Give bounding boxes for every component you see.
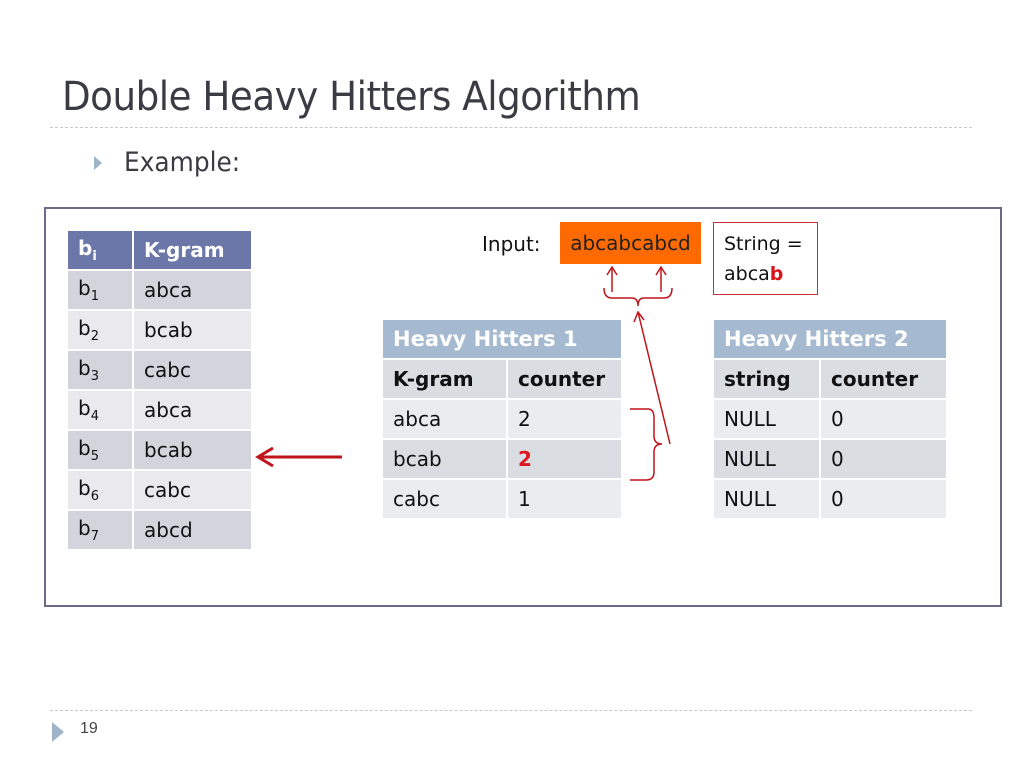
counter-cell: 2 [508, 400, 621, 438]
string-prefix: abca [724, 263, 770, 285]
header-kgram: K-gram [383, 360, 506, 398]
bi-cell: b3 [68, 351, 132, 389]
table-row: NULL 0 [714, 480, 946, 518]
bi-text: b [78, 476, 91, 500]
string-cell: NULL [714, 440, 819, 478]
bi-text: b [78, 316, 91, 340]
table-row: cabc 1 [383, 480, 621, 518]
table-header-row: bi K-gram [68, 231, 251, 269]
kgram-cell: abcd [134, 511, 251, 549]
page-number: 19 [80, 720, 98, 737]
bi-sub: 5 [90, 449, 99, 464]
heavy-hitters-1-table: Heavy Hitters 1 K-gram counter abca 2 bc… [381, 318, 623, 520]
bi-sub: 4 [90, 409, 99, 424]
string-cell: NULL [714, 400, 819, 438]
kgram-cell: cabc [383, 480, 506, 518]
kgram-cell: bcab [383, 440, 506, 478]
bi-cell: b2 [68, 311, 132, 349]
string-label: String = [724, 233, 803, 255]
table-row: b6 cabc [68, 471, 251, 509]
header-string: string [714, 360, 819, 398]
string-cell: NULL [714, 480, 819, 518]
header-bi-sub: i [92, 249, 97, 264]
kgram-cell: abca [134, 271, 251, 309]
counter-cell: 0 [821, 400, 946, 438]
bi-text: b [78, 516, 91, 540]
slide-title: Double Heavy Hitters Algorithm [62, 74, 641, 120]
kgram-cell: bcab [134, 431, 251, 469]
kgram-cell: cabc [134, 471, 251, 509]
current-string-box: String = abcab [713, 222, 818, 295]
table-row: b7 abcd [68, 511, 251, 549]
table-row: b2 bcab [68, 311, 251, 349]
bullet-text: Example: [124, 147, 241, 178]
heavy-hitters-2-title: Heavy Hitters 2 [714, 320, 946, 358]
bi-cell: b6 [68, 471, 132, 509]
table-header-row: K-gram counter [383, 360, 621, 398]
bi-sub: 6 [90, 489, 99, 504]
table-row-current: b5 bcab [68, 431, 251, 469]
bi-sub: 3 [90, 369, 99, 384]
header-bi-text: b [78, 236, 93, 260]
string-value: abcab [724, 259, 807, 289]
header-counter: counter [508, 360, 621, 398]
kgram-cell: abca [134, 391, 251, 429]
heavy-hitters-2-table: Heavy Hitters 2 string counter NULL 0 NU… [712, 318, 948, 520]
table-row: NULL 0 [714, 400, 946, 438]
bi-cell: b7 [68, 511, 132, 549]
heavy-hitters-1-title: Heavy Hitters 1 [383, 320, 621, 358]
triangle-bullet-icon [94, 155, 102, 170]
kgram-cell: bcab [134, 311, 251, 349]
table-row: b4 abca [68, 391, 251, 429]
input-string-box: abcabcabcd [560, 222, 701, 264]
bi-sub: 1 [90, 289, 99, 304]
bi-cell: b1 [68, 271, 132, 309]
table-row: b1 abca [68, 271, 251, 309]
bi-sub: 7 [90, 529, 99, 544]
bi-sub: 2 [90, 329, 99, 344]
triangle-footer-icon [52, 722, 64, 742]
bi-text: b [78, 276, 91, 300]
table-title-row: Heavy Hitters 2 [714, 320, 946, 358]
bi-text: b [78, 356, 91, 380]
bullet-example: Example: [94, 147, 250, 178]
table-row: NULL 0 [714, 440, 946, 478]
input-label: Input: [482, 232, 541, 256]
title-divider [50, 127, 972, 128]
table-header-row: string counter [714, 360, 946, 398]
table-row: b3 cabc [68, 351, 251, 389]
table-title-row: Heavy Hitters 1 [383, 320, 621, 358]
footer-divider [50, 710, 972, 711]
kgram-cell: abca [383, 400, 506, 438]
counter-cell: 0 [821, 440, 946, 478]
header-counter: counter [821, 360, 946, 398]
string-highlight: b [769, 263, 784, 285]
table-row: bcab 2 [383, 440, 621, 478]
bi-text: b [78, 396, 91, 420]
header-kgram: K-gram [134, 231, 251, 269]
header-bi: bi [68, 231, 132, 269]
counter-cell: 1 [508, 480, 621, 518]
bi-cell: b4 [68, 391, 132, 429]
bi-cell: b5 [68, 431, 132, 469]
table-row: abca 2 [383, 400, 621, 438]
kgram-cell: cabc [134, 351, 251, 389]
bi-text: b [78, 436, 91, 460]
counter-cell-highlighted: 2 [508, 440, 621, 478]
kgram-table: bi K-gram b1 abca b2 bcab b3 cabc b4 abc… [66, 229, 253, 551]
counter-cell: 0 [821, 480, 946, 518]
